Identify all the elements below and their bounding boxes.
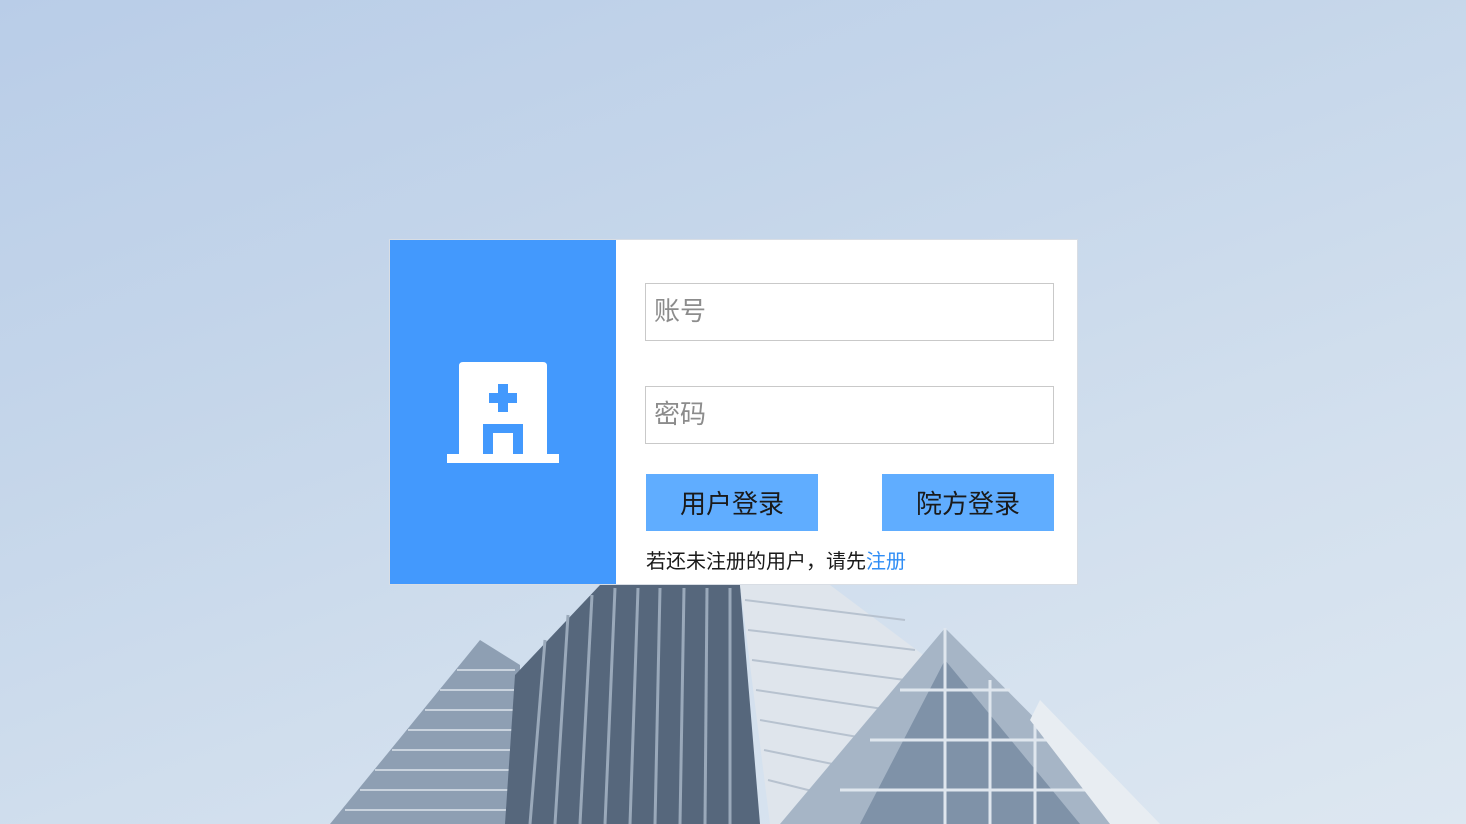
login-form: 用户登录 院方登录 若还未注册的用户，请先注册 bbox=[616, 240, 1077, 584]
hospital-login-button[interactable]: 院方登录 bbox=[882, 474, 1054, 531]
user-login-button[interactable]: 用户登录 bbox=[646, 474, 818, 531]
account-input[interactable] bbox=[645, 283, 1054, 341]
register-link[interactable]: 注册 bbox=[866, 549, 906, 573]
register-hint: 若还未注册的用户，请先注册 bbox=[646, 545, 906, 574]
password-input[interactable] bbox=[645, 386, 1054, 444]
login-card: 用户登录 院方登录 若还未注册的用户，请先注册 bbox=[389, 239, 1078, 585]
hospital-icon bbox=[447, 362, 559, 463]
register-prompt-text: 若还未注册的用户，请先 bbox=[646, 549, 866, 573]
logo-panel bbox=[390, 240, 616, 584]
